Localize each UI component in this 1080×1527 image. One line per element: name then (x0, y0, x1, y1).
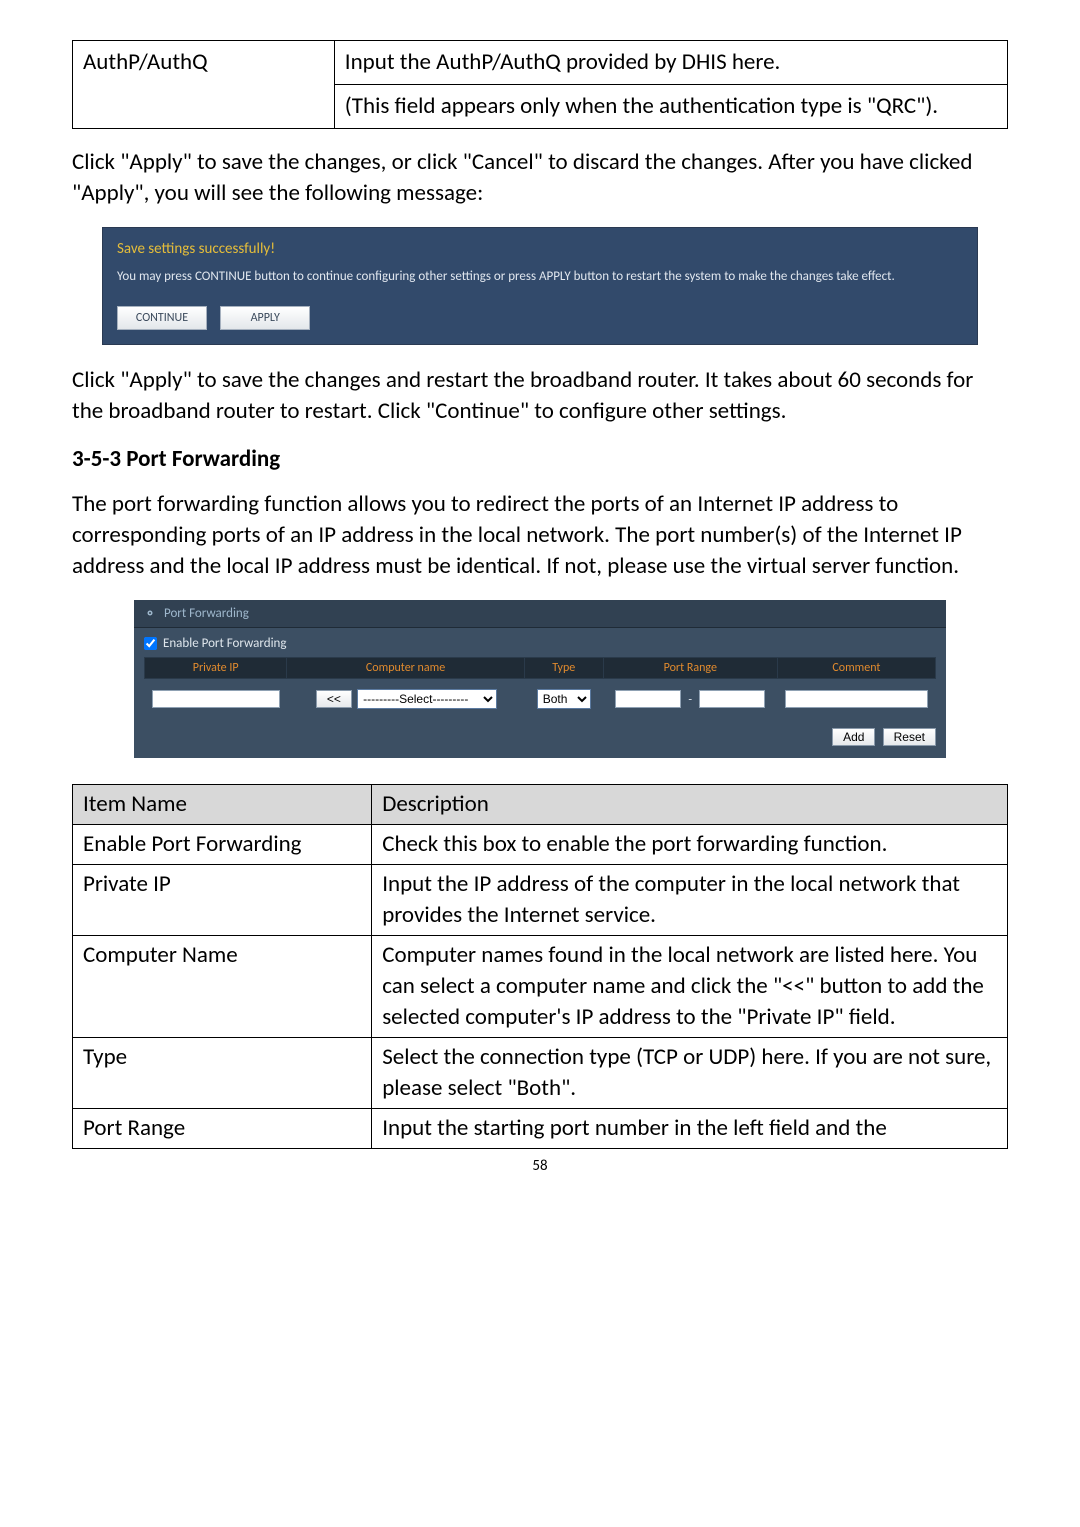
table-row: << ---------Select--------- Both - (145, 678, 936, 713)
col-comment: Comment (777, 657, 935, 678)
port-forwarding-actions: Add Reset (134, 714, 946, 748)
save-settings-title: Save settings successfully! (117, 240, 963, 258)
port-forwarding-table: Private IP Computer name Type Port Range… (144, 657, 936, 714)
row-desc: Input the IP address of the computer in … (372, 865, 1008, 936)
authp-authq-table: AuthP/AuthQ Input the AuthP/AuthQ provid… (72, 40, 1008, 129)
col-computer-name: Computer name (287, 657, 524, 678)
computer-name-select[interactable]: ---------Select--------- (357, 689, 497, 709)
port-range-separator: - (686, 693, 694, 707)
paragraph-restart: Click "Apply" to save the changes and re… (72, 365, 1008, 427)
add-button[interactable]: Add (832, 728, 875, 746)
port-forwarding-panel: Port Forwarding Enable Port Forwarding P… (134, 600, 946, 758)
reset-button[interactable]: Reset (883, 728, 936, 746)
row-name: Type (73, 1038, 372, 1109)
col-private-ip: Private IP (145, 657, 287, 678)
col-port-range: Port Range (603, 657, 777, 678)
enable-port-forwarding-label: Enable Port Forwarding (163, 636, 287, 651)
row-desc: Select the connection type (TCP or UDP) … (372, 1038, 1008, 1109)
row-desc: Computer names found in the local networ… (372, 936, 1008, 1038)
authp-authq-desc2: (This field appears only when the authen… (334, 85, 1007, 129)
table-row: Port Range Input the starting port numbe… (73, 1109, 1008, 1149)
table-row: Computer Name Computer names found in th… (73, 936, 1008, 1038)
row-name: Enable Port Forwarding (73, 825, 372, 865)
port-range-end-input[interactable] (699, 690, 765, 708)
table-row: Private IP Input the IP address of the c… (73, 865, 1008, 936)
desc-table-header-desc: Description (372, 784, 1008, 824)
paragraph-port-forwarding-intro: The port forwarding function allows you … (72, 489, 1008, 582)
enable-port-forwarding-checkbox[interactable] (144, 637, 157, 650)
save-settings-panel: Save settings successfully! You may pres… (102, 227, 978, 345)
gear-icon (144, 607, 156, 619)
paragraph-apply-cancel: Click "Apply" to save the changes, or cl… (72, 147, 1008, 209)
apply-button[interactable]: APPLY (220, 306, 310, 330)
port-forwarding-title: Port Forwarding (164, 606, 249, 621)
row-name: Computer Name (73, 936, 372, 1038)
comment-input[interactable] (785, 690, 928, 708)
save-settings-buttons: CONTINUE APPLY (117, 300, 963, 330)
port-range-start-input[interactable] (615, 690, 681, 708)
authp-authq-desc1: Input the AuthP/AuthQ provided by DHIS h… (334, 41, 1007, 85)
row-name: Port Range (73, 1109, 372, 1149)
continue-button[interactable]: CONTINUE (117, 306, 207, 330)
row-desc: Check this box to enable the port forwar… (372, 825, 1008, 865)
section-heading-port-forwarding: 3-5-3 Port Forwarding (72, 445, 1008, 473)
desc-table-header-item: Item Name (73, 784, 372, 824)
copy-ip-button[interactable]: << (316, 690, 352, 708)
private-ip-input[interactable] (152, 690, 280, 708)
row-name: Private IP (73, 865, 372, 936)
description-table: Item Name Description Enable Port Forwar… (72, 784, 1008, 1149)
row-desc: Input the starting port number in the le… (372, 1109, 1008, 1149)
save-settings-message: You may press CONTINUE button to continu… (117, 268, 963, 286)
table-row: Enable Port Forwarding Check this box to… (73, 825, 1008, 865)
type-select[interactable]: Both (537, 689, 591, 709)
table-row: Type Select the connection type (TCP or … (73, 1038, 1008, 1109)
enable-port-forwarding-row: Enable Port Forwarding (134, 628, 946, 657)
col-type: Type (524, 657, 603, 678)
page-number: 58 (72, 1157, 1008, 1175)
port-forwarding-titlebar: Port Forwarding (134, 600, 946, 628)
authp-authq-key: AuthP/AuthQ (73, 41, 335, 129)
